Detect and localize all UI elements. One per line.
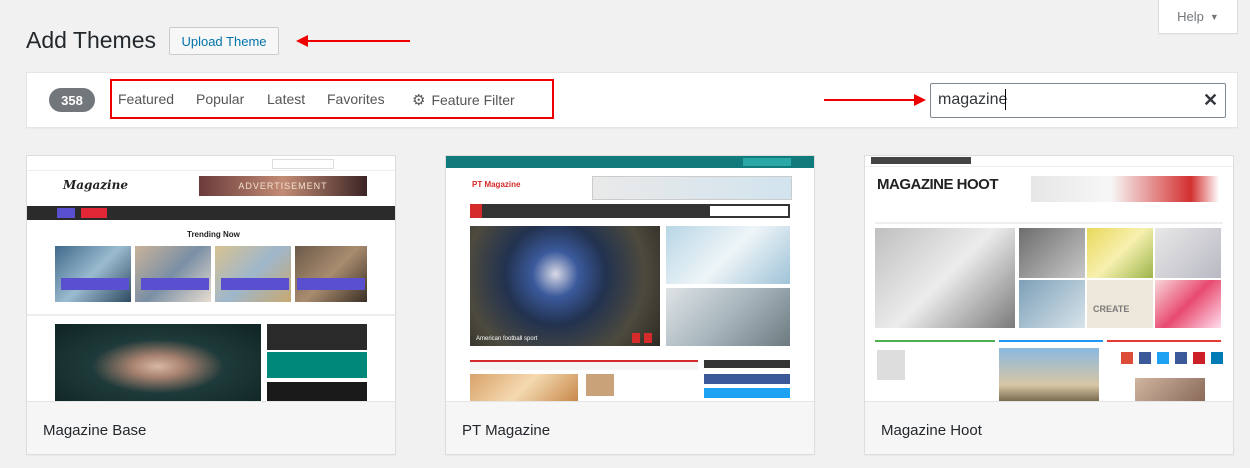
feature-filter-button[interactable]: ⚙ Feature Filter [412, 91, 515, 109]
tab-popular[interactable]: Popular [196, 91, 244, 107]
help-tab[interactable]: Help ▼ [1158, 0, 1238, 34]
theme-name: PT Magazine [446, 401, 814, 454]
theme-count-badge: 358 [49, 88, 95, 112]
theme-name: Magazine Base [27, 401, 395, 454]
feature-filter-label: Feature Filter [431, 92, 515, 108]
site-title: Magazine [63, 178, 128, 192]
annotation-arrow [306, 40, 410, 42]
page-title: Add Themes [26, 27, 156, 53]
theme-card-magazine-base[interactable]: Magazine ADVERTISEMENT Trending Now Maga… [26, 155, 396, 455]
close-icon[interactable]: ✕ [1203, 90, 1218, 111]
tab-favorites[interactable]: Favorites [327, 91, 385, 107]
theme-card-magazine-hoot[interactable]: MAGAZINE HOOT CREATE Magazine Hoot [864, 155, 1234, 455]
theme-screenshot: Magazine ADVERTISEMENT Trending Now [27, 156, 395, 401]
image-caption: CREATE [1093, 304, 1130, 314]
help-label: Help [1177, 9, 1204, 24]
theme-screenshot: MAGAZINE HOOT CREATE [865, 156, 1233, 401]
theme-name: Magazine Hoot [865, 401, 1233, 454]
upload-theme-button[interactable]: Upload Theme [169, 27, 279, 55]
site-title: MAGAZINE HOOT [877, 176, 999, 193]
tab-featured[interactable]: Featured [118, 91, 174, 107]
search-input-value: magazine [938, 91, 1008, 108]
annotation-arrow [824, 99, 918, 101]
text-cursor [1005, 89, 1006, 110]
gear-icon: ⚙ [412, 92, 426, 109]
hero-caption: American football sport [476, 336, 538, 342]
annotation-arrow-head [914, 94, 926, 106]
tab-latest[interactable]: Latest [267, 91, 305, 107]
ad-banner: ADVERTISEMENT [199, 176, 367, 196]
theme-screenshot: PT Magazine American football sport [446, 156, 814, 401]
site-title: PT Magazine [472, 180, 521, 189]
theme-card-pt-magazine[interactable]: PT Magazine American football sport PT M… [445, 155, 815, 455]
triangle-down-icon: ▼ [1209, 11, 1219, 22]
section-title: Trending Now [187, 230, 240, 239]
